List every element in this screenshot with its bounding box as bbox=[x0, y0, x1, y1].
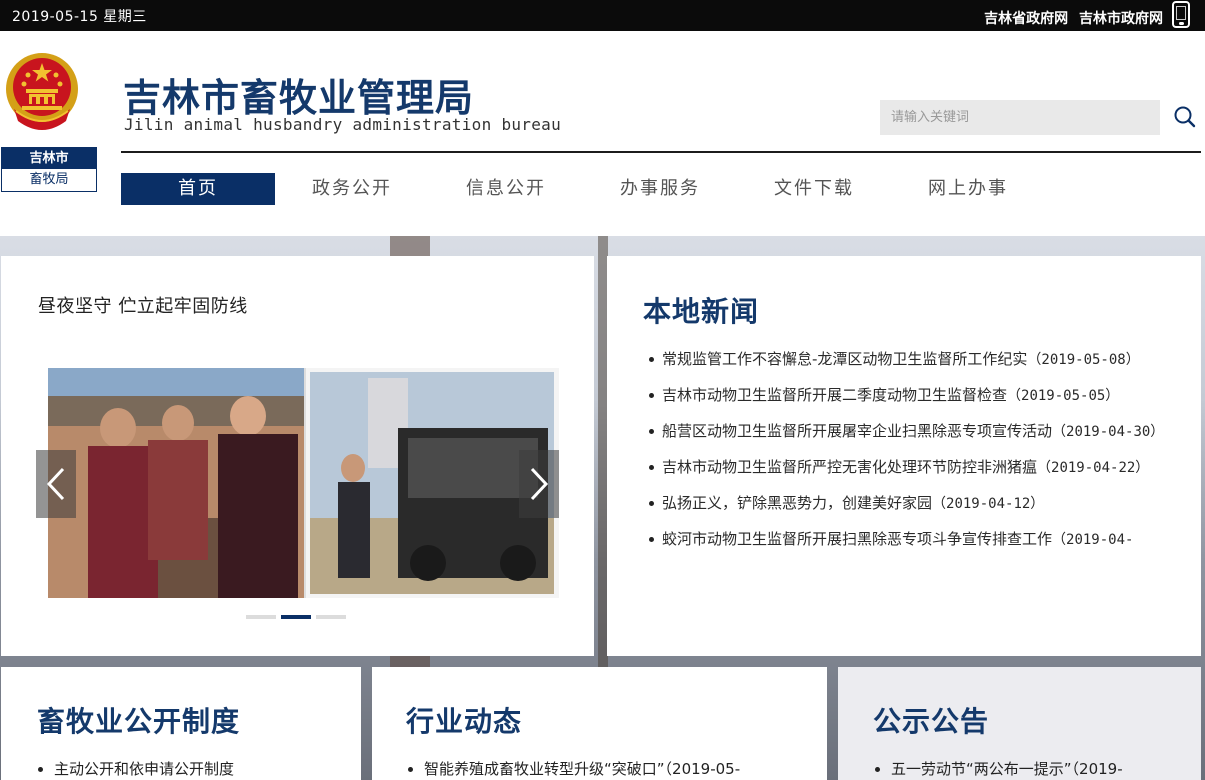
link-jilin-province-gov[interactable]: 吉林省政府网 bbox=[984, 11, 1068, 27]
carousel-prev-button[interactable] bbox=[36, 450, 76, 518]
carousel-indicators bbox=[246, 615, 346, 619]
news-item[interactable]: 弘扬正义，铲除黑恶势力，创建美好家园（2019-04-12） bbox=[647, 486, 1172, 522]
search-input[interactable] bbox=[880, 100, 1160, 135]
notice-title[interactable]: 公示公告 bbox=[873, 700, 989, 740]
news-item[interactable]: 吉林市动物卫生监督所开展二季度动物卫生监督检查（2019-05-05） bbox=[647, 378, 1172, 414]
carousel-caption[interactable]: 昼夜坚守 伫立起牢固防线 bbox=[38, 292, 248, 318]
search-icon[interactable] bbox=[1172, 104, 1198, 130]
local-news-title[interactable]: 本地新闻 bbox=[643, 290, 759, 330]
news-item-date: （2019-05-08） bbox=[1027, 352, 1140, 368]
news-item-date: （2019-04-22） bbox=[1037, 460, 1150, 476]
current-date: 2019-05-15 星期三 bbox=[12, 9, 147, 25]
chevron-right-icon bbox=[530, 467, 549, 501]
carousel-dot[interactable] bbox=[316, 615, 346, 619]
news-item[interactable]: 蛟河市动物卫生监督所开展扫黑除恶专项斗争宣传排查工作（2019-04- bbox=[647, 522, 1172, 557]
news-item[interactable]: 吉林市动物卫生监督所严控无害化处理环节防控非洲猪瘟（2019-04-22） bbox=[647, 450, 1172, 486]
carousel-next-button[interactable] bbox=[519, 450, 559, 518]
link-jilin-city-gov[interactable]: 吉林市政府网 bbox=[1079, 11, 1163, 27]
news-item-title: 常规监管工作不容懈怠-龙潭区动物卫生监督所工作纪实 bbox=[662, 350, 1028, 368]
list-item[interactable]: 智能养殖成畜牧业转型升级“突破口”（2019-05- bbox=[406, 757, 740, 780]
national-emblem-icon bbox=[6, 53, 78, 130]
header-divider bbox=[121, 151, 1201, 153]
news-item-title: 蛟河市动物卫生监督所开展扫黑除恶专项斗争宣传排查工作 bbox=[662, 530, 1053, 548]
news-item-title: 弘扬正义，铲除黑恶势力，创建美好家园 bbox=[662, 494, 933, 512]
nav-item-online-services[interactable]: 网上办事 bbox=[891, 173, 1045, 205]
main-nav: 首页 政务公开 信息公开 办事服务 文件下载 网上办事 bbox=[121, 173, 1045, 205]
news-item-date: （2019-04-30） bbox=[1052, 424, 1165, 440]
news-item-date: （2019-04- bbox=[1052, 532, 1134, 548]
org-badge: 吉林市 畜牧局 bbox=[1, 147, 97, 192]
chevron-left-icon bbox=[46, 467, 65, 501]
industry-list: 智能养殖成畜牧业转型升级“突破口”（2019-05- bbox=[406, 757, 740, 780]
news-item-title: 船营区动物卫生监督所开展屠宰企业扫黑除恶专项宣传活动 bbox=[662, 422, 1053, 440]
carousel-dot[interactable] bbox=[246, 615, 276, 619]
list-item[interactable]: 五一劳动节“两公布一提示”（2019- bbox=[873, 757, 1123, 780]
nav-item-home[interactable]: 首页 bbox=[121, 173, 275, 205]
site-subtitle: Jilin animal husbandry administration bu… bbox=[124, 115, 562, 134]
news-item[interactable]: 船营区动物卫生监督所开展屠宰企业扫黑除恶专项宣传活动（2019-04-30） bbox=[647, 414, 1172, 450]
top-bar: 2019-05-15 星期三 吉林省政府网 吉林市政府网 bbox=[0, 0, 1205, 31]
industry-panel: 行业动态 智能养殖成畜牧业转型升级“突破口”（2019-05- bbox=[372, 667, 827, 780]
local-news-list: 常规监管工作不容懈怠-龙潭区动物卫生监督所工作纪实（2019-05-08） 吉林… bbox=[647, 342, 1172, 557]
industry-title[interactable]: 行业动态 bbox=[406, 700, 522, 740]
news-item-title: 吉林市动物卫生监督所开展二季度动物卫生监督检查 bbox=[662, 386, 1008, 404]
site-header: 吉林市 畜牧局 吉林市畜牧业管理局 Jilin animal husbandry… bbox=[0, 31, 1205, 236]
disclosure-panel: 畜牧业公开制度 主动公开和依申请公开制度 bbox=[1, 667, 361, 780]
org-badge-bureau: 畜牧局 bbox=[29, 172, 69, 187]
notice-panel: 公示公告 五一劳动节“两公布一提示”（2019- bbox=[838, 667, 1201, 780]
notice-list: 五一劳动节“两公布一提示”（2019- bbox=[873, 757, 1123, 780]
disclosure-title[interactable]: 畜牧业公开制度 bbox=[37, 700, 240, 740]
disclosure-list: 主动公开和依申请公开制度 bbox=[36, 757, 234, 780]
nav-item-information-disclosure[interactable]: 信息公开 bbox=[429, 173, 583, 205]
nav-item-services[interactable]: 办事服务 bbox=[583, 173, 737, 205]
carousel-dot-active[interactable] bbox=[281, 615, 311, 619]
news-item-date: （2019-05-05） bbox=[1007, 388, 1120, 404]
top-links: 吉林省政府网 吉林市政府网 bbox=[978, 8, 1163, 28]
nav-item-government-affairs[interactable]: 政务公开 bbox=[275, 173, 429, 205]
news-item-date: （2019-04-12） bbox=[932, 496, 1045, 512]
site-title: 吉林市畜牧业管理局 bbox=[123, 75, 475, 120]
news-item[interactable]: 常规监管工作不容懈怠-龙潭区动物卫生监督所工作纪实（2019-05-08） bbox=[647, 342, 1172, 378]
carousel-slide-image[interactable] bbox=[48, 368, 559, 598]
carousel-panel: 昼夜坚守 伫立起牢固防线 bbox=[1, 256, 594, 656]
list-item[interactable]: 主动公开和依申请公开制度 bbox=[36, 757, 234, 780]
news-item-title: 吉林市动物卫生监督所严控无害化处理环节防控非洲猪瘟 bbox=[662, 458, 1038, 476]
org-badge-city: 吉林市 bbox=[2, 148, 96, 169]
local-news-panel: 本地新闻 常规监管工作不容懈怠-龙潭区动物卫生监督所工作纪实（2019-05-0… bbox=[607, 256, 1201, 656]
mobile-phone-icon[interactable] bbox=[1172, 1, 1190, 28]
nav-item-downloads[interactable]: 文件下载 bbox=[737, 173, 891, 205]
